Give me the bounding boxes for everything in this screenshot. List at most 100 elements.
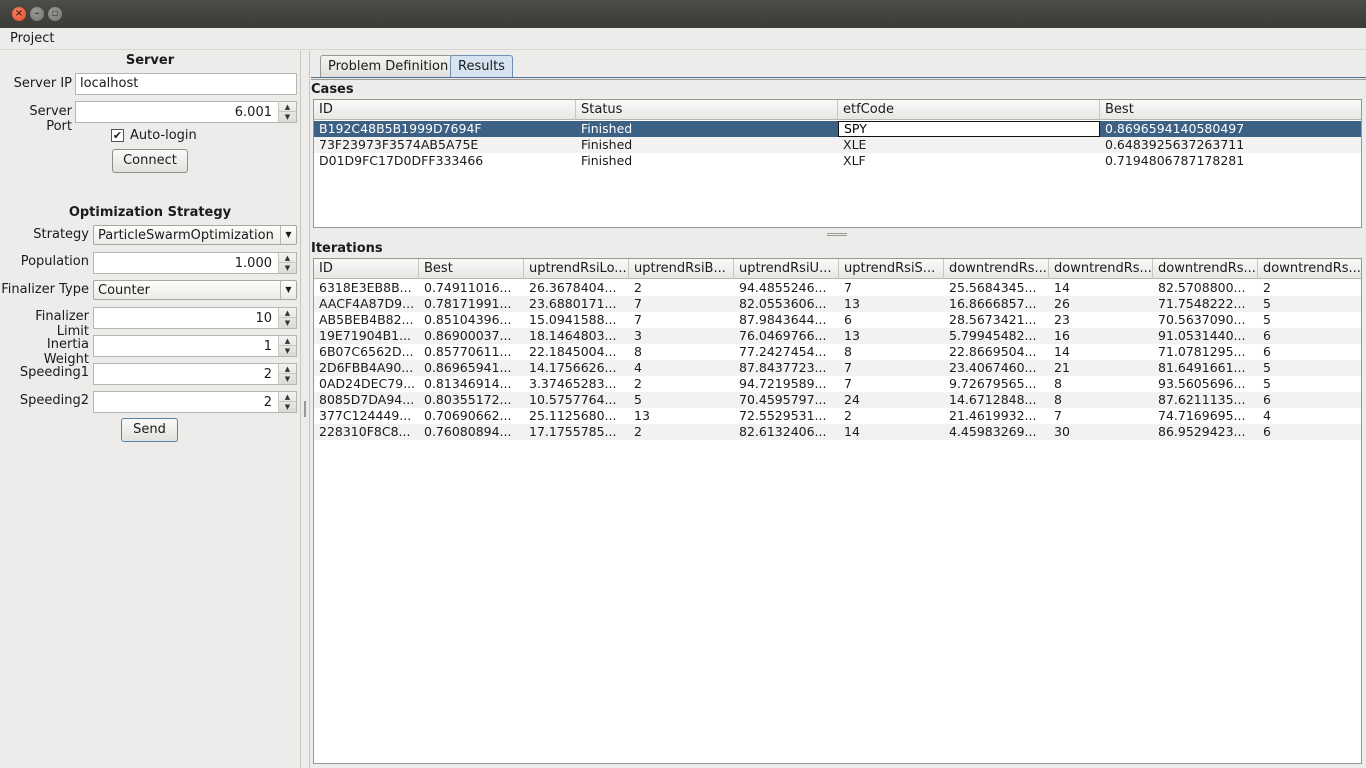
speeding2-arrows[interactable]: ▲ ▼	[278, 392, 296, 412]
spin-up-icon[interactable]: ▲	[279, 253, 296, 263]
spin-up-icon[interactable]: ▲	[279, 364, 296, 374]
iter-header-downtrend-2[interactable]: downtrendRs...	[1049, 259, 1153, 279]
iteration-cell: 6	[1263, 344, 1271, 359]
inertia-weight-stepper[interactable]: 1 ▲ ▼	[93, 335, 297, 357]
iteration-cell: 28.5673421...	[949, 312, 1037, 327]
iteration-cell: 0.85104396...	[424, 312, 512, 327]
cases-header-id[interactable]: ID	[314, 100, 576, 120]
iteration-cell: 14.6712848...	[949, 392, 1037, 407]
inertia-weight-arrows[interactable]: ▲ ▼	[278, 336, 296, 356]
iter-header-downtrend-1[interactable]: downtrendRs...	[944, 259, 1049, 279]
speeding2-value: 2	[263, 395, 272, 410]
iteration-cell: 13	[844, 296, 860, 311]
iter-header-uptrend-rsi-u[interactable]: uptrendRsiU...	[734, 259, 839, 279]
server-port-stepper[interactable]: 6.001 ▲ ▼	[75, 101, 297, 123]
inertia-weight-value: 1	[263, 339, 272, 354]
iter-header-downtrend-4[interactable]: downtrendRs...	[1258, 259, 1361, 279]
vertical-splitter[interactable]	[300, 51, 310, 768]
spin-down-icon[interactable]: ▼	[279, 402, 296, 412]
server-ip-input[interactable]: localhost	[75, 73, 297, 95]
speeding1-arrows[interactable]: ▲ ▼	[278, 364, 296, 384]
iteration-cell: 74.7169695...	[1158, 408, 1246, 423]
send-button[interactable]: Send	[121, 418, 178, 442]
close-window-button[interactable]: ×	[12, 7, 26, 21]
cases-table[interactable]: ID Status etfCode Best B192C48B5B1999D76…	[313, 99, 1362, 228]
chevron-down-icon[interactable]: ▼	[280, 226, 296, 244]
spin-down-icon[interactable]: ▼	[279, 346, 296, 356]
iteration-cell: 81.6491661...	[1158, 360, 1246, 375]
population-arrows[interactable]: ▲ ▼	[278, 253, 296, 273]
finalizer-limit-arrows[interactable]: ▲ ▼	[278, 308, 296, 328]
minimize-window-button[interactable]: –	[30, 7, 44, 21]
table-row[interactable]: 377C124449... 0.70690662... 25.1125680... 1…	[314, 408, 1361, 424]
table-row[interactable]: 2D6FBB4A90... 0.86965941... 14.1756626... 4…	[314, 360, 1361, 376]
strategy-select[interactable]: ParticleSwarmOptimization ▼	[93, 225, 297, 245]
table-row[interactable]: AB5BEB4B82... 0.85104396... 15.0941588... 7…	[314, 312, 1361, 328]
iteration-cell: 94.7219589...	[739, 376, 827, 391]
spin-down-icon[interactable]: ▼	[279, 263, 296, 273]
table-row[interactable]: 0AD24DEC79... 0.81346914... 3.37465283... 2…	[314, 376, 1361, 392]
case-status-cell: Finished	[581, 121, 633, 136]
maximize-window-button[interactable]: ▫	[48, 7, 62, 21]
iteration-cell: 14	[1054, 280, 1070, 295]
spin-down-icon[interactable]: ▼	[279, 374, 296, 384]
iteration-cell: 5	[1263, 312, 1271, 327]
table-row[interactable]: 228310F8C8... 0.76080894... 17.1755785... 2…	[314, 424, 1361, 440]
server-section-title: Server	[125, 53, 175, 68]
iteration-cell: 228310F8C8...	[319, 424, 411, 439]
table-row[interactable]: 6318E3EB8B... 0.74911016... 26.3678404... 2…	[314, 280, 1361, 296]
speeding1-stepper[interactable]: 2 ▲ ▼	[93, 363, 297, 385]
iter-header-uptrend-rsi-lo[interactable]: uptrendRsiLo...	[524, 259, 629, 279]
iteration-cell: 8	[1054, 376, 1062, 391]
population-value: 1.000	[234, 256, 272, 271]
case-id-cell: B192C48B5B1999D7694F	[319, 121, 482, 136]
spin-down-icon[interactable]: ▼	[279, 112, 296, 122]
autologin-checkbox[interactable]: ✔	[111, 129, 124, 142]
iteration-cell: 8085D7DA94...	[319, 392, 415, 407]
connect-button[interactable]: Connect	[112, 149, 188, 173]
menu-project[interactable]: Project	[10, 31, 54, 46]
tab-problem-definition[interactable]: Problem Definition	[320, 55, 457, 77]
table-row[interactable]: 73F23973F3574AB5A75E Finished XLE 0.6483…	[314, 137, 1361, 153]
iterations-table[interactable]: ID Best uptrendRsiLo... uptrendRsiB... u…	[313, 258, 1362, 764]
speeding2-stepper[interactable]: 2 ▲ ▼	[93, 391, 297, 413]
table-row[interactable]: 6B07C6562D... 0.85770611... 22.1845004... 8…	[314, 344, 1361, 360]
case-etfcode-editor[interactable]: SPY	[838, 121, 1100, 137]
iter-header-id[interactable]: ID	[314, 259, 419, 279]
tab-results[interactable]: Results	[450, 55, 513, 77]
splitter-grip-icon[interactable]	[827, 233, 847, 236]
cases-header-status[interactable]: Status	[576, 100, 838, 120]
table-row[interactable]: D01D9FC17D0DFF333466 Finished XLF 0.7194…	[314, 153, 1361, 169]
table-row[interactable]: B192C48B5B1999D7694F Finished SPY 0.8696…	[314, 121, 1361, 137]
iter-header-best[interactable]: Best	[419, 259, 524, 279]
cases-header-etfcode[interactable]: etfCode	[838, 100, 1100, 120]
table-row[interactable]: 8085D7DA94... 0.80355172... 10.5757764... 5…	[314, 392, 1361, 408]
iteration-cell: 71.7548222...	[1158, 296, 1246, 311]
chevron-down-icon[interactable]: ▼	[280, 281, 296, 299]
spin-up-icon[interactable]: ▲	[279, 308, 296, 318]
iteration-cell: 82.6132406...	[739, 424, 827, 439]
splitter-grip-icon[interactable]	[304, 401, 306, 417]
iter-header-uptrend-rsi-s[interactable]: uptrendRsiS...	[839, 259, 944, 279]
iter-header-downtrend-3[interactable]: downtrendRs...	[1153, 259, 1258, 279]
iteration-cell: 15.0941588...	[529, 312, 617, 327]
iteration-cell: 7	[844, 360, 852, 375]
cases-header-best[interactable]: Best	[1100, 100, 1361, 120]
finalizer-type-select[interactable]: Counter ▼	[93, 280, 297, 300]
iteration-cell: 25.5684345...	[949, 280, 1037, 295]
population-stepper[interactable]: 1.000 ▲ ▼	[93, 252, 297, 274]
horizontal-splitter[interactable]	[311, 231, 1366, 239]
spin-up-icon[interactable]: ▲	[279, 102, 296, 112]
spin-down-icon[interactable]: ▼	[279, 318, 296, 328]
population-label: Population	[20, 254, 89, 269]
iteration-cell: 7	[634, 312, 642, 327]
table-row[interactable]: AACF4A87D9... 0.78171991... 23.6880171... 7…	[314, 296, 1361, 312]
menu-bar: Project	[0, 28, 1366, 50]
iter-header-uptrend-rsi-b[interactable]: uptrendRsiB...	[629, 259, 734, 279]
case-status-cell: Finished	[581, 153, 633, 168]
server-port-arrows[interactable]: ▲ ▼	[278, 102, 296, 122]
table-row[interactable]: 19E71904B1... 0.86900037... 18.1464803... 3…	[314, 328, 1361, 344]
spin-up-icon[interactable]: ▲	[279, 392, 296, 402]
finalizer-limit-stepper[interactable]: 10 ▲ ▼	[93, 307, 297, 329]
spin-up-icon[interactable]: ▲	[279, 336, 296, 346]
